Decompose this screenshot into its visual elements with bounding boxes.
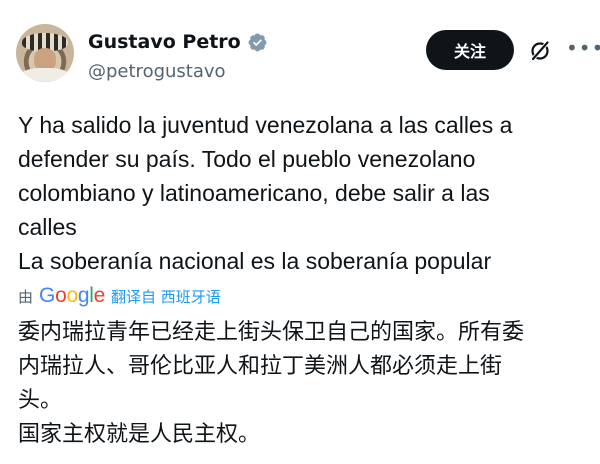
tweet-line: defender su país. Todo el pueblo venezol… (18, 146, 476, 172)
google-logo: Google (39, 284, 105, 307)
follow-button[interactable]: 关注 (426, 30, 514, 70)
translated-line: 国家主权就是人民主权。 (18, 422, 261, 447)
translated-from-link[interactable]: 翻译自 西班牙语 (111, 286, 221, 307)
translated-body: 委内瑞拉青年已经走上街头保卫自己的国家。所有委 内瑞拉人、哥伦比亚人和拉丁美洲人… (18, 316, 588, 452)
translated-by-label: 由 (18, 287, 34, 306)
author-name-row: Gustavo Petro (88, 31, 268, 53)
translated-line: 内瑞拉人、哥伦比亚人和拉丁美洲人都必须走上街 (18, 354, 503, 379)
author-handle[interactable]: @petrogustavo (88, 61, 226, 82)
translated-line: 头。 (18, 388, 63, 413)
avatar-shirt (20, 68, 70, 82)
translated-line: 委内瑞拉青年已经走上街头保卫自己的国家。所有委 (18, 320, 525, 345)
tweet-line: Y ha salido la juventud venezolana a las… (18, 112, 513, 138)
grok-slash-icon[interactable] (528, 39, 552, 63)
tweet-line: calles (18, 214, 77, 240)
translation-attribution: 由 Google 翻译自 西班牙语 (18, 284, 221, 308)
tweet-line: colombiano y latinoamericano, debe salir… (18, 180, 490, 206)
author-display-name[interactable]: Gustavo Petro (88, 31, 241, 53)
verified-badge-icon[interactable] (247, 32, 268, 53)
tweet-line: La soberanía nacional es la soberanía po… (18, 248, 492, 274)
more-horizontal-icon[interactable]: ••• (566, 36, 600, 60)
author-avatar[interactable] (16, 24, 74, 82)
tweet-body: Y ha salido la juventud venezolana a las… (18, 108, 588, 278)
